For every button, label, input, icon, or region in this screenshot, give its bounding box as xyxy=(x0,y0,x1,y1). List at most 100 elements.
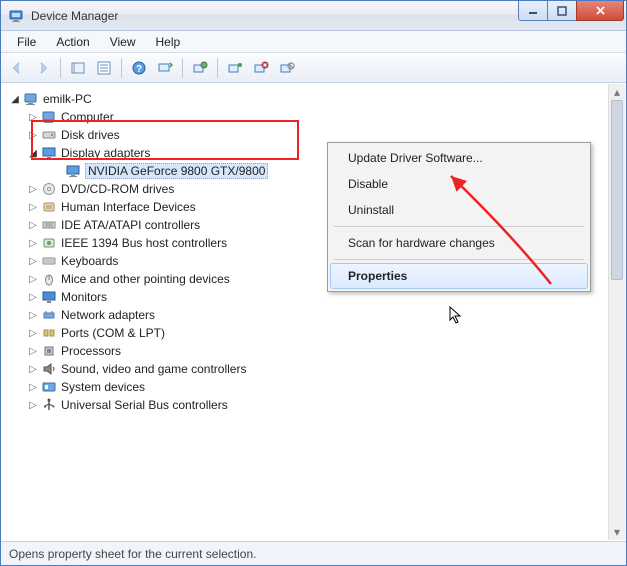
tree-label: Disk drives xyxy=(61,128,120,142)
tree-label: Monitors xyxy=(61,290,107,304)
update-driver-button[interactable] xyxy=(188,56,212,80)
expand-icon[interactable]: ▷ xyxy=(27,111,39,123)
tree-category-node[interactable]: ▷ Universal Serial Bus controllers xyxy=(5,396,626,414)
usb-icon xyxy=(41,397,57,413)
context-menu-item[interactable]: Scan for hardware changes xyxy=(330,230,588,256)
tree-label: IEEE 1394 Bus host controllers xyxy=(61,236,227,250)
dvd-icon xyxy=(41,181,57,197)
hid-icon xyxy=(41,199,57,215)
minimize-button[interactable] xyxy=(518,1,548,21)
vertical-scrollbar[interactable]: ▴ ▾ xyxy=(608,84,625,540)
context-menu: Update Driver Software...DisableUninstal… xyxy=(327,142,591,292)
context-menu-item[interactable]: Properties xyxy=(330,263,588,289)
tree-label: Ports (COM & LPT) xyxy=(61,326,165,340)
menu-action[interactable]: Action xyxy=(46,33,99,51)
toolbar: ? xyxy=(1,53,626,83)
tree-category-node[interactable]: ▷ Ports (COM & LPT) xyxy=(5,324,626,342)
tree-label: Network adapters xyxy=(61,308,155,322)
expand-icon[interactable]: ▷ xyxy=(27,327,39,339)
tree-label: IDE ATA/ATAPI controllers xyxy=(61,218,200,232)
expand-icon[interactable]: ▷ xyxy=(27,381,39,393)
monitor-icon xyxy=(41,289,57,305)
system-icon xyxy=(41,379,57,395)
tree-label: Universal Serial Bus controllers xyxy=(61,398,228,412)
expand-icon[interactable]: ▷ xyxy=(27,273,39,285)
keyboard-icon xyxy=(41,253,57,269)
svg-text:?: ? xyxy=(136,64,142,75)
statusbar: Opens property sheet for the current sel… xyxy=(1,541,626,565)
menu-view[interactable]: View xyxy=(100,33,146,51)
context-menu-separator xyxy=(334,259,584,260)
status-text: Opens property sheet for the current sel… xyxy=(9,547,256,561)
toolbar-separator xyxy=(60,58,61,78)
expand-icon[interactable]: ▷ xyxy=(27,345,39,357)
expand-icon[interactable]: ▷ xyxy=(27,291,39,303)
toolbar-separator xyxy=(121,58,122,78)
window-title: Device Manager xyxy=(31,9,519,23)
back-button[interactable] xyxy=(5,56,29,80)
tree-category-node[interactable]: ▷ Network adapters xyxy=(5,306,626,324)
context-menu-separator xyxy=(334,226,584,227)
tree-label: Keyboards xyxy=(61,254,118,268)
tree-label: NVIDIA GeForce 9800 GTX/9800 xyxy=(85,163,268,179)
scan-button[interactable] xyxy=(153,56,177,80)
expand-icon[interactable]: ▷ xyxy=(27,129,39,141)
expand-icon[interactable]: ▷ xyxy=(27,183,39,195)
tree-root-node[interactable]: ◢ emilk-PC xyxy=(5,90,626,108)
tree-category-node[interactable]: ▷System devices xyxy=(5,378,626,396)
collapse-icon[interactable]: ◢ xyxy=(9,93,21,105)
expand-icon[interactable]: ▷ xyxy=(27,237,39,249)
disk-icon xyxy=(41,127,57,143)
maximize-button[interactable] xyxy=(547,1,577,21)
device-tree[interactable]: ◢ emilk-PC ▷ Computer ▷ Disk drives ◢ Display a… xyxy=(1,83,626,541)
ieee-icon xyxy=(41,235,57,251)
scroll-up-button[interactable]: ▴ xyxy=(609,84,625,100)
context-menu-item[interactable]: Uninstall xyxy=(330,197,588,223)
help-button[interactable]: ? xyxy=(127,56,151,80)
tree-category-node[interactable]: ▷ Processors xyxy=(5,342,626,360)
tree-label: Processors xyxy=(61,344,121,358)
sound-icon xyxy=(41,361,57,377)
toolbar-separator xyxy=(217,58,218,78)
network-icon xyxy=(41,307,57,323)
context-menu-item[interactable]: Update Driver Software... xyxy=(330,145,588,171)
scroll-down-button[interactable]: ▾ xyxy=(609,524,625,540)
menu-help[interactable]: Help xyxy=(146,33,191,51)
menu-file[interactable]: File xyxy=(7,33,46,51)
properties-button[interactable] xyxy=(92,56,116,80)
expand-icon[interactable]: ▷ xyxy=(27,201,39,213)
disable-button[interactable] xyxy=(275,56,299,80)
enable-button[interactable] xyxy=(223,56,247,80)
show-hidden-button[interactable] xyxy=(66,56,90,80)
computer-icon xyxy=(41,109,57,125)
display-icon xyxy=(41,145,57,161)
tree-category-node[interactable]: ▷ Computer xyxy=(5,108,626,126)
toolbar-separator xyxy=(182,58,183,78)
forward-button[interactable] xyxy=(31,56,55,80)
expand-icon[interactable]: ▷ xyxy=(27,255,39,267)
app-icon xyxy=(9,8,25,24)
expand-icon[interactable]: ▷ xyxy=(27,399,39,411)
expand-icon[interactable]: ▷ xyxy=(27,309,39,321)
ports-icon xyxy=(41,325,57,341)
titlebar[interactable]: Device Manager xyxy=(1,1,626,31)
uninstall-button[interactable] xyxy=(249,56,273,80)
context-menu-item[interactable]: Disable xyxy=(330,171,588,197)
tree-label: Display adapters xyxy=(61,146,150,160)
computer-icon xyxy=(23,91,39,107)
window-buttons xyxy=(519,1,624,21)
cpu-icon xyxy=(41,343,57,359)
tree-category-node[interactable]: ▷Sound, video and game controllers xyxy=(5,360,626,378)
tree-label: emilk-PC xyxy=(43,92,92,106)
device-manager-window: Device Manager File Action View Help ? ◢… xyxy=(0,0,627,566)
tree-label: Human Interface Devices xyxy=(61,200,196,214)
close-button[interactable] xyxy=(576,1,624,21)
expand-icon[interactable]: ▷ xyxy=(27,219,39,231)
expand-icon[interactable]: ▷ xyxy=(27,363,39,375)
tree-label: Mice and other pointing devices xyxy=(61,272,230,286)
scrollbar-thumb[interactable] xyxy=(611,100,623,280)
display-icon xyxy=(65,163,81,179)
tree-label: DVD/CD-ROM drives xyxy=(61,182,174,196)
tree-label: Computer xyxy=(61,110,114,124)
collapse-icon[interactable]: ◢ xyxy=(27,147,39,159)
